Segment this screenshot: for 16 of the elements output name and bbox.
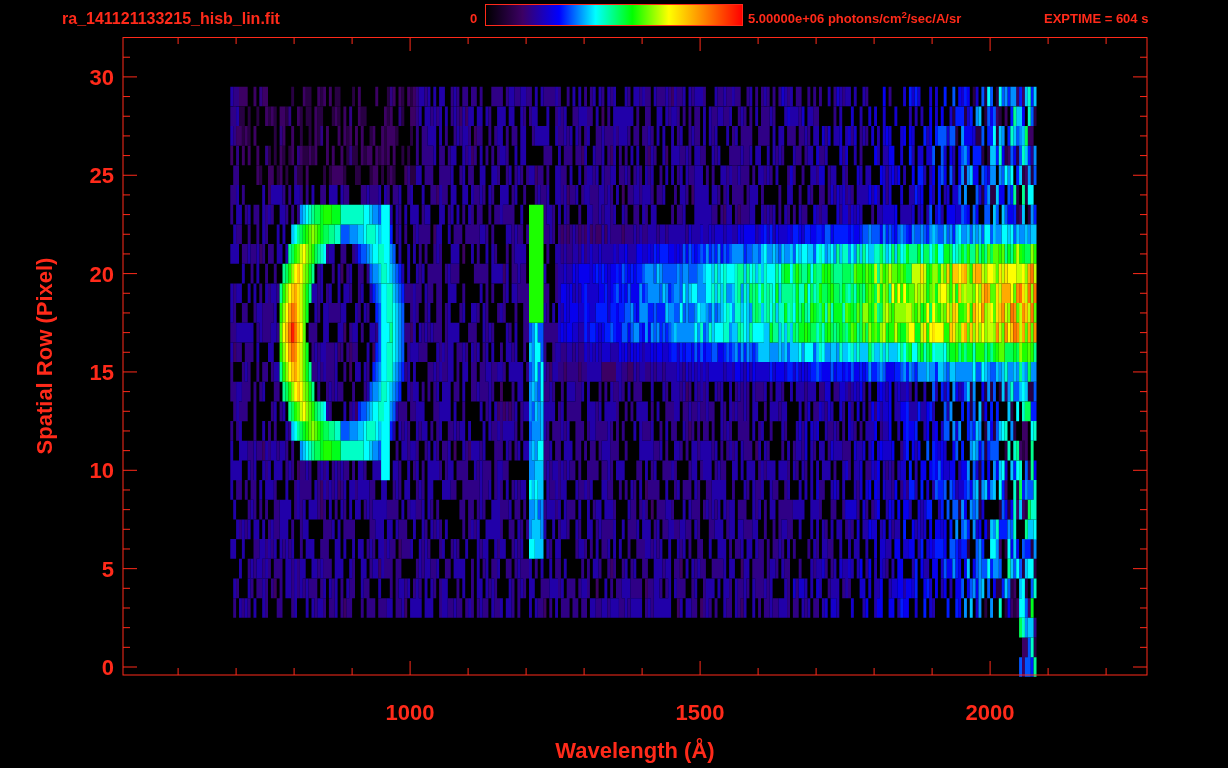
colorbar-min-label: 0 [470, 9, 479, 28]
axis-tick-label: 1500 [675, 700, 725, 725]
exptime-label: EXPTIME = 604 s [1044, 9, 1149, 28]
axis-title: Spatial Row (Pixel) [32, 257, 57, 455]
axis-tick-label: 30 [89, 64, 114, 90]
axis-tick-label: 2000 [965, 700, 1015, 725]
axis-title: Wavelength (Å) [555, 738, 715, 763]
axis-tick-label: 5 [101, 556, 114, 582]
axis-tick-label: 15 [89, 359, 114, 385]
colorbar-max-label: 5.00000e+06 photons/cm$^{2}$/sec/A/sr [748, 8, 963, 28]
axis-tick-label: 10 [89, 458, 114, 484]
axis-tick-label: 25 [89, 163, 114, 189]
axis-tick-label: 20 [89, 261, 114, 287]
axis-tick-label: 1000 [385, 700, 435, 725]
axis-tick-label: 0 [101, 655, 114, 680]
file-title: ra_141121133215_hisb_lin.fit [62, 8, 281, 29]
